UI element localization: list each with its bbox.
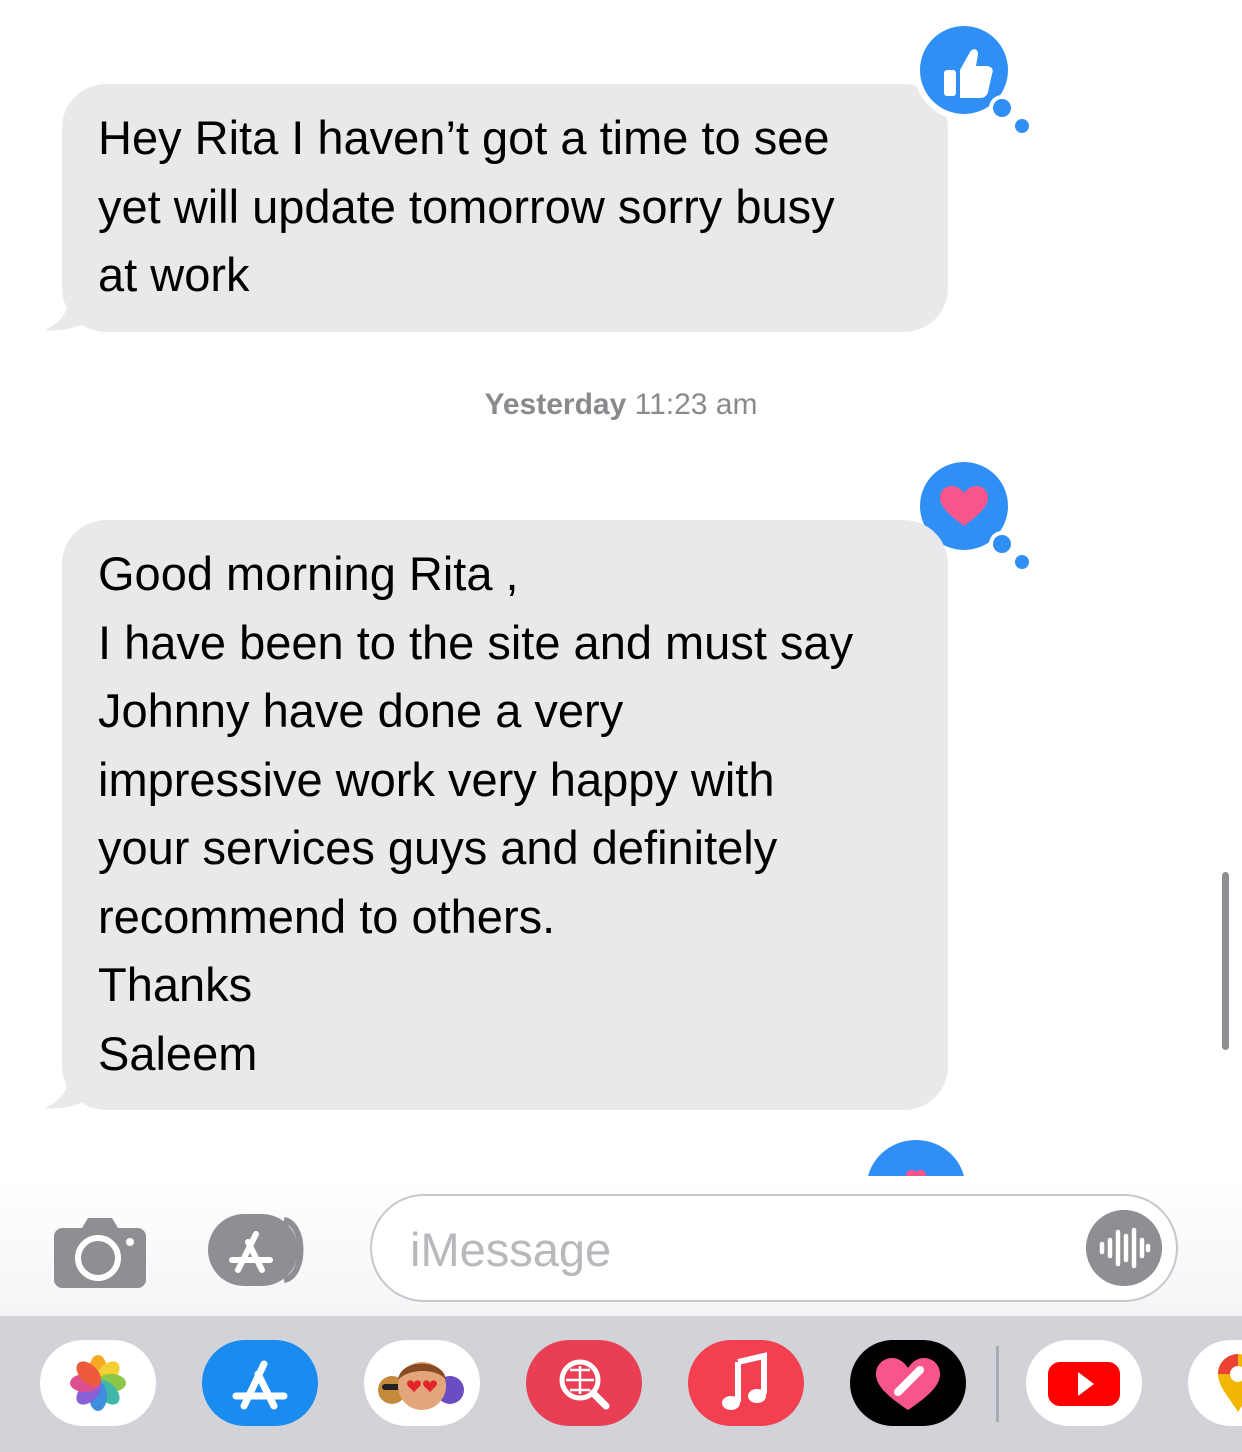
message-text-line: Hey Rita I haven’t got a time to see [98, 111, 830, 164]
camera-icon[interactable] [54, 1218, 146, 1288]
message-input[interactable] [408, 1196, 1092, 1302]
message-bubble[interactable]: Hey Rita I haven’t got a time to see yet… [62, 84, 948, 332]
message-timestamp: Yesterday 11:23 am [0, 388, 1242, 422]
message-text-line: yet will update tomorrow sorry busy [98, 179, 835, 233]
scrollbar[interactable] [1222, 872, 1229, 1050]
message-text-line: I have been to the site and must say [98, 615, 854, 669]
message-text-line: Thanks [98, 958, 253, 1011]
app-store-icon[interactable] [208, 1214, 320, 1286]
image-search-icon[interactable] [526, 1340, 642, 1426]
message-text-line: recommend to others. [98, 889, 556, 943]
music-icon[interactable] [688, 1340, 804, 1426]
message-bubble[interactable]: Good morning Rita , I have been to the s… [62, 520, 948, 1110]
tray-divider [996, 1346, 999, 1422]
message-text-line: your services guys and definitely [98, 821, 778, 874]
memoji-stickers-icon[interactable] [364, 1340, 480, 1426]
message-text-line: Johnny have done a very [98, 684, 624, 737]
youtube-icon[interactable] [1026, 1340, 1142, 1426]
message-text-line: Good morning Rita , [98, 547, 519, 600]
fitness-heart-icon[interactable] [850, 1340, 966, 1426]
composer-bar [0, 1176, 1242, 1316]
message-text-line: impressive work very happy with [98, 752, 775, 806]
message-text-line: Saleem [98, 1026, 258, 1080]
app-store-icon[interactable] [202, 1340, 318, 1426]
google-maps-icon[interactable] [1188, 1340, 1242, 1426]
bubble-tail [44, 290, 96, 331]
next-tapback-icon [868, 1140, 964, 1176]
bubble-tail [44, 1068, 96, 1109]
imessage-field[interactable] [370, 1194, 1178, 1302]
voice-message-icon[interactable] [1086, 1210, 1162, 1286]
photos-icon[interactable] [40, 1340, 156, 1426]
message-text-line: at work [98, 248, 250, 301]
app-drawer [0, 1316, 1242, 1452]
timestamp-day: Yesterday [484, 388, 627, 421]
timestamp-time: 11:23 am [634, 388, 758, 421]
thumbs-up-tapback-icon[interactable] [912, 18, 1032, 138]
